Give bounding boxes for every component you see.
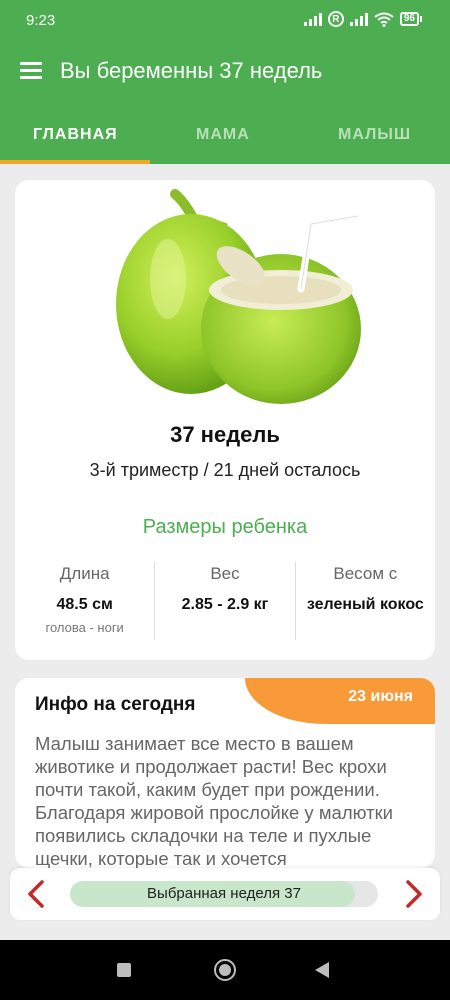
week-title: 37 недель xyxy=(170,422,280,447)
selected-week-label: Выбранная неделя 37 xyxy=(147,885,301,902)
status-time: 9:23 xyxy=(26,12,56,29)
stat-compare: Весом с зеленый кокос xyxy=(296,562,435,640)
home-icon[interactable] xyxy=(214,959,236,981)
stat-length-value: 48.5 см xyxy=(56,596,113,613)
coconut-image xyxy=(116,189,362,404)
stat-compare-value: зеленый кокос xyxy=(306,596,424,613)
stat-length: Длина 48.5 см голова - ноги xyxy=(15,562,156,640)
menu-icon[interactable] xyxy=(20,62,42,80)
stat-weight: Вес 2.85 - 2.9 кг xyxy=(155,562,296,640)
battery-level: 96 xyxy=(399,12,419,26)
stat-length-sub: голова - ноги xyxy=(45,620,124,635)
stat-weight-value: 2.85 - 2.9 кг xyxy=(181,596,269,613)
chevron-left-icon[interactable] xyxy=(22,878,52,910)
week-card: 37 недель 3-й триместр / 21 дней осталос… xyxy=(15,180,435,660)
system-nav-bar xyxy=(0,940,450,1000)
tab-mom[interactable]: МАМА xyxy=(196,126,250,144)
info-text: Малыш занимает все место в вашем животик… xyxy=(35,733,393,868)
stat-weight-label: Вес xyxy=(210,564,240,583)
battery-icon: 96 xyxy=(399,12,422,26)
tab-indicator xyxy=(0,160,150,164)
tab-bar: ГЛАВНАЯ МАМА МАЛЫШ xyxy=(0,102,450,164)
signal-icon-2 xyxy=(349,12,368,26)
stat-compare-label: Весом с xyxy=(333,564,398,583)
week-selector[interactable]: Выбранная неделя 37 xyxy=(70,881,378,907)
wifi-icon xyxy=(374,12,394,27)
signal-icon xyxy=(303,12,322,26)
info-card: 23 июня Инфо на сегодня Малыш занимает в… xyxy=(15,678,435,868)
info-title: Инфо на сегодня xyxy=(35,694,196,715)
status-bar: 9:23 R 96 xyxy=(0,0,450,42)
baby-sizes-heading: Размеры ребенка xyxy=(142,516,308,538)
tab-baby[interactable]: МАЛЫШ xyxy=(338,126,411,144)
info-date: 23 июня xyxy=(348,688,413,705)
stat-length-label: Длина xyxy=(59,564,110,583)
tab-main[interactable]: ГЛАВНАЯ xyxy=(33,126,118,144)
trimester-info: 3-й триместр / 21 дней осталось xyxy=(89,460,361,480)
back-icon[interactable] xyxy=(315,962,329,978)
roaming-icon: R xyxy=(327,11,344,27)
baby-stats: Длина 48.5 см голова - ноги Вес 2.85 - 2… xyxy=(15,562,435,640)
page-title: Вы беременны 37 недель xyxy=(60,58,323,83)
recents-icon[interactable] xyxy=(117,963,131,977)
status-icons: R 96 xyxy=(303,11,422,27)
week-navigator: Выбранная неделя 37 xyxy=(10,868,440,920)
chevron-right-icon[interactable] xyxy=(398,878,428,910)
app-bar: Вы беременны 37 недель xyxy=(0,42,450,102)
